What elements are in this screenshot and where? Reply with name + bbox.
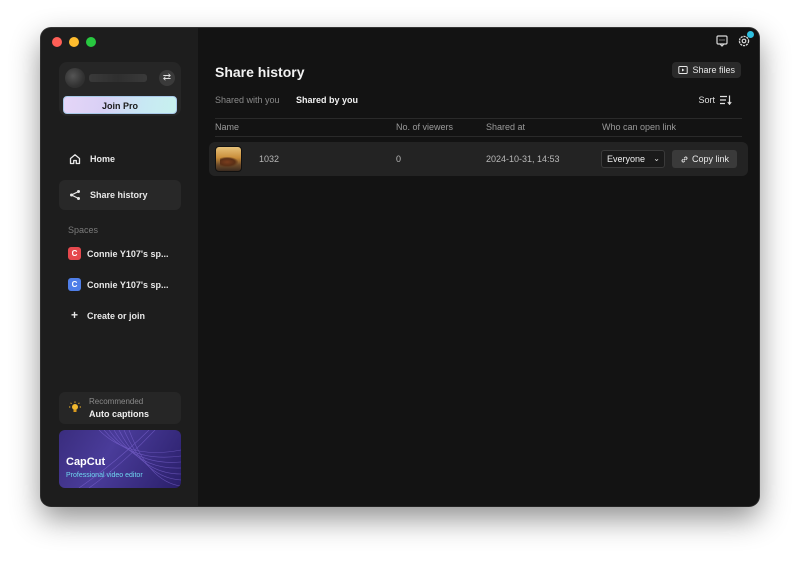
recommended-feature-card[interactable]: Recommended Auto captions — [59, 392, 181, 424]
sort-button[interactable]: Sort — [698, 95, 732, 105]
join-pro-button[interactable]: Join Pro — [63, 96, 177, 114]
column-header-viewers: No. of viewers — [396, 122, 454, 132]
recommended-title: Auto captions — [89, 409, 149, 419]
avatar[interactable] — [65, 68, 85, 88]
feedback-icon[interactable] — [715, 34, 729, 48]
page-title: Share history — [215, 64, 305, 80]
spaces-heading: Spaces — [68, 225, 99, 235]
sort-icon — [720, 95, 732, 105]
space-label: Connie Y107's sp... — [87, 279, 169, 290]
tab-shared-by-you[interactable]: Shared by you — [296, 95, 358, 105]
chevron-down-icon: ⌄ — [653, 154, 660, 163]
close-window-button[interactable] — [52, 37, 62, 47]
space-label: Connie Y107's sp... — [87, 248, 169, 259]
sort-label: Sort — [698, 95, 715, 105]
share-icon — [69, 189, 81, 201]
space-item[interactable]: C Connie Y107's sp... — [68, 278, 169, 291]
promo-subtitle: Professional video editor — [66, 472, 143, 479]
table-header-divider — [215, 136, 742, 137]
permission-value: Everyone — [607, 154, 646, 164]
window-controls — [52, 37, 96, 47]
sidebar-item-label: Share history — [90, 190, 148, 200]
tab-shared-with-you[interactable]: Shared with you — [215, 95, 280, 105]
share-files-button[interactable]: Share files — [672, 62, 741, 78]
sidebar: ⇄ Join Pro Home Share history Spaces C C… — [41, 28, 198, 506]
table-row[interactable]: 1032 0 2024-10-31, 14:53 Everyone ⌄ Copy… — [209, 142, 748, 176]
recommended-label: Recommended — [89, 397, 144, 406]
home-icon — [69, 153, 81, 165]
viewer-count: 0 — [396, 154, 402, 164]
share-files-icon — [678, 66, 689, 74]
capcut-promo-card[interactable]: CapCut Professional video editor — [59, 430, 181, 488]
lightbulb-icon — [69, 401, 81, 412]
header-divider — [215, 118, 742, 119]
file-name: 1032 — [259, 154, 280, 164]
minimize-window-button[interactable] — [69, 37, 79, 47]
account-card: ⇄ Join Pro — [59, 62, 181, 116]
copy-link-button[interactable]: Copy link — [672, 150, 737, 168]
space-badge: C — [68, 247, 81, 260]
maximize-window-button[interactable] — [86, 37, 96, 47]
app-window: ⇄ Join Pro Home Share history Spaces C C… — [41, 28, 759, 506]
column-header-permission: Who can open link — [602, 122, 677, 132]
sidebar-item-home[interactable]: Home — [59, 144, 181, 174]
swap-arrows-icon: ⇄ — [162, 72, 172, 83]
space-item[interactable]: C Connie Y107's sp... — [68, 247, 169, 260]
promo-title: CapCut — [66, 456, 106, 468]
sidebar-item-share-history[interactable]: Share history — [59, 180, 181, 210]
file-thumbnail — [215, 146, 242, 172]
create-or-join-label: Create or join — [87, 310, 146, 321]
column-header-shared-at: Shared at — [486, 122, 526, 132]
main-panel: Share history Share files Shared with yo… — [198, 28, 759, 506]
notification-dot — [747, 31, 754, 38]
sidebar-item-label: Home — [90, 154, 116, 164]
create-or-join-button[interactable]: + Create or join — [68, 309, 145, 322]
settings-button[interactable] — [737, 31, 754, 48]
plus-icon: + — [70, 308, 78, 322]
permission-select[interactable]: Everyone ⌄ — [601, 150, 665, 168]
shared-at: 2024-10-31, 14:53 — [486, 154, 560, 164]
space-badge: C — [68, 278, 81, 291]
account-name-redacted — [89, 74, 147, 82]
share-files-label: Share files — [692, 65, 735, 75]
switch-account-button[interactable]: ⇄ — [159, 70, 175, 86]
copy-link-label: Copy link — [691, 154, 729, 164]
link-icon — [681, 156, 688, 162]
column-header-name: Name — [215, 122, 240, 132]
